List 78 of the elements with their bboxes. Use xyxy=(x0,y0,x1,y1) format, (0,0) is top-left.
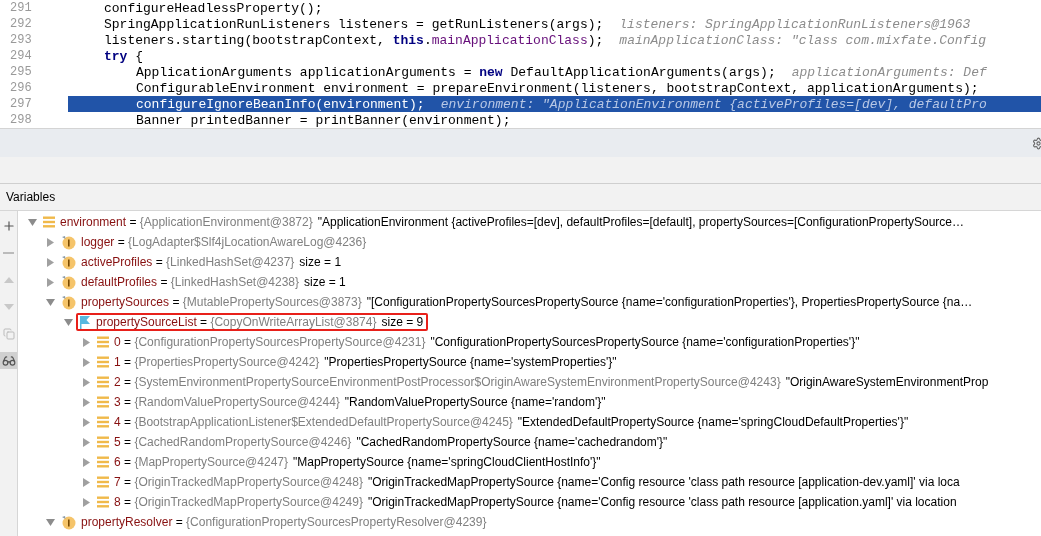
inline-value-hint: mainApplicationClass: "class com.mixfate.Config xyxy=(619,32,986,48)
expand-toggle[interactable] xyxy=(80,336,92,348)
line-number: 297 xyxy=(10,97,32,111)
field-icon xyxy=(61,514,76,530)
expand-toggle[interactable] xyxy=(44,516,56,528)
expand-toggle[interactable] xyxy=(80,356,92,368)
list-lines-icon xyxy=(97,476,109,488)
list-lines-icon xyxy=(97,396,109,408)
variable-label: defaultProfiles = {LinkedHashSet@4238} size = 1 xyxy=(81,275,346,289)
variable-label: logger = {LogAdapter$Slf4jLocationAwareLog@4236} xyxy=(81,235,367,249)
field-icon xyxy=(61,234,76,250)
expand-toggle[interactable] xyxy=(80,396,92,408)
line-number: 293 xyxy=(10,33,32,47)
expand-toggle[interactable] xyxy=(62,316,74,328)
glasses-toggle[interactable] xyxy=(0,352,17,369)
settings-icon[interactable] xyxy=(1032,136,1041,150)
list-lines-icon xyxy=(97,376,109,388)
variable-label: 8 = {OriginTrackedMapPropertySource@4249} "OriginTrackedMapPropertySource {name='Config resource 'class path resource [application.yaml]' via location xyxy=(114,495,957,509)
triangle-down-icon xyxy=(3,303,14,310)
inline-value-hint: environment: "ApplicationEnvironment {activeProfiles=[dev], defaultPro xyxy=(440,96,987,112)
expand-toggle[interactable] xyxy=(80,436,92,448)
field-icon xyxy=(61,254,76,270)
list-lines-icon xyxy=(97,436,109,448)
expand-toggle[interactable] xyxy=(44,256,56,268)
code-line: ApplicationArguments applicationArguments = new DefaultApplicationArguments(args); xyxy=(136,64,776,80)
code-line: try { xyxy=(104,48,143,64)
variable-label: propertySources = {MutablePropertySources@3873} "[ConfigurationPropertySourcesPropertySource {name='configurationProperties'}, PropertiesPropertySource {na… xyxy=(81,295,973,309)
list-lines-icon xyxy=(97,456,109,468)
code-line: SpringApplicationRunListeners listeners = getRunListeners(args); xyxy=(104,16,604,32)
expand-toggle[interactable] xyxy=(80,376,92,388)
expand-toggle[interactable] xyxy=(80,476,92,488)
inline-value-hint: listeners: SpringApplicationRunListeners@1963 xyxy=(619,16,971,32)
copy-button[interactable] xyxy=(0,325,17,342)
line-number: 294 xyxy=(10,49,32,63)
variable-label: 5 = {CachedRandomPropertySource@4246} "CachedRandomPropertySource {name='cachedrandom'}" xyxy=(114,435,668,449)
line-number: 295 xyxy=(10,65,32,79)
triangle-up-icon xyxy=(3,276,14,283)
line-number: 298 xyxy=(10,113,32,127)
expand-toggle[interactable] xyxy=(80,456,92,468)
variable-label: 4 = {BootstrapApplicationListener$ExtendedDefaultPropertySource@4245} "ExtendedDefaultPropertySource {name='springCloudDefaultProperties'}" xyxy=(114,415,909,429)
variable-label: 2 = {SystemEnvironmentPropertySourceEnvironmentPostProcessor$OriginAwareSystemEnvironmentPropertySource@4243} "OriginAwareSystemEnvironmentProp xyxy=(114,375,989,389)
variable-label: environment = {ApplicationEnvironment@3872} "ApplicationEnvironment {activeProfiles=[dev], defaultProfiles=[default], propertySources=[ConfigurationPropertySource… xyxy=(60,215,964,229)
field-icon xyxy=(61,294,76,310)
minus-icon xyxy=(3,251,14,254)
line-number: 292 xyxy=(10,17,32,31)
list-lines-icon xyxy=(97,496,109,508)
list-lines-icon xyxy=(97,356,109,368)
expand-toggle[interactable] xyxy=(44,296,56,308)
list-lines-icon xyxy=(97,336,109,348)
variable-label: propertyResolver = {ConfigurationPropertySourcesPropertyResolver@4239} xyxy=(81,515,487,529)
variable-label: 1 = {PropertiesPropertySource@4242} "PropertiesPropertySource {name='systemProperties'}" xyxy=(114,355,617,369)
variable-label: 7 = {OriginTrackedMapPropertySource@4248} "OriginTrackedMapPropertySource {name='Config resource 'class path resource [application-dev.yaml]' via loca xyxy=(114,475,960,489)
code-line: Banner printedBanner = printBanner(environment); xyxy=(136,112,511,128)
code-line: configureIgnoreBeanInfo(environment); xyxy=(136,96,425,112)
variable-label: activeProfiles = {LinkedHashSet@4237} size = 1 xyxy=(81,255,342,269)
panel-title: Variables xyxy=(6,190,56,204)
variable-label: 3 = {RandomValuePropertySource@4244} "RandomValuePropertySource {name='random'}" xyxy=(114,395,606,409)
field-icon xyxy=(61,274,76,290)
expand-toggle[interactable] xyxy=(26,216,38,228)
expand-toggle[interactable] xyxy=(80,416,92,428)
code-line: ConfigurableEnvironment environment = prepareEnvironment(listeners, bootstrapContext, applicationArguments); xyxy=(136,80,979,96)
expand-toggle[interactable] xyxy=(44,276,56,288)
glasses-icon xyxy=(1,353,16,368)
expand-toggle[interactable] xyxy=(80,496,92,508)
code-line: configureHeadlessProperty(); xyxy=(104,0,323,16)
line-number: 291 xyxy=(10,1,32,15)
plus-icon xyxy=(1,218,16,233)
copy-icon xyxy=(2,327,15,340)
variable-label: 6 = {MapPropertySource@4247} "MapPropertySource {name='springCloudClientHostInfo'}" xyxy=(114,455,601,469)
flag-icon xyxy=(79,315,91,329)
code-line: listeners.starting(bootstrapContext, this.mainApplicationClass); xyxy=(104,32,604,48)
inline-value-hint: applicationArguments: Def xyxy=(791,64,987,80)
line-number: 296 xyxy=(10,81,32,95)
list-lines-icon xyxy=(43,216,55,228)
variable-label: 0 = {ConfigurationPropertySourcesPropertySource@4231} "ConfigurationPropertySourcesPropertySource {name='configurationProperties'}" xyxy=(114,335,860,349)
variable-label: propertySourceList = {CopyOnWriteArrayList@3874} size = 9 xyxy=(96,315,424,329)
expand-toggle[interactable] xyxy=(44,236,56,248)
list-lines-icon xyxy=(97,416,109,428)
